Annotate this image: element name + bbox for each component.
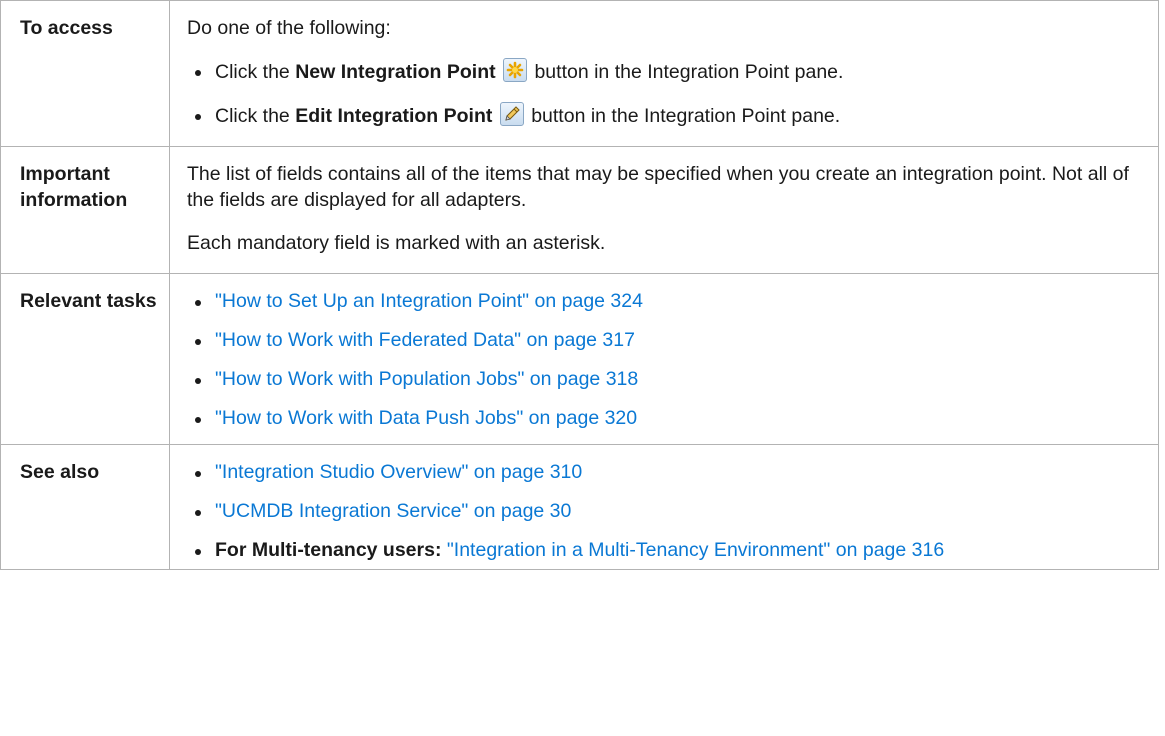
item-text: Click the (215, 61, 296, 83)
row-label: Relevant tasks (0, 273, 170, 445)
list-item: "How to Work with Data Push Jobs" on pag… (187, 405, 1148, 431)
edit-integration-point-icon (499, 102, 524, 126)
new-integration-point-icon (503, 58, 528, 82)
cross-reference-link[interactable]: "Integration Studio Overview" on page 31… (215, 461, 582, 483)
row-label: Important information (0, 146, 170, 274)
row-content: "How to Set Up an Integration Point" on … (169, 273, 1159, 445)
list-item: For Multi-tenancy users: "Integration in… (187, 537, 1148, 563)
ui-term: New Integration Point (295, 61, 496, 83)
row-label: See also (0, 444, 170, 570)
cross-reference-link[interactable]: "How to Work with Population Jobs" on pa… (215, 368, 638, 390)
paragraph: Each mandatory field is marked with an a… (187, 232, 606, 254)
item-text: button in the Integration Point pane. (525, 105, 841, 127)
row-content: The list of fields contains all of the i… (169, 146, 1159, 274)
list-item: "UCMDB Integration Service" on page 30 (187, 498, 1148, 524)
intro-text: Do one of the following: (187, 17, 391, 39)
reference-table: To access Do one of the following: Click… (0, 0, 1159, 570)
list-item: Click the New Integration Point button i… (187, 58, 1148, 85)
row-important-information: Important information The list of fields… (0, 146, 1159, 274)
row-to-access: To access Do one of the following: Click… (0, 0, 1159, 147)
list-item: "Integration Studio Overview" on page 31… (187, 459, 1148, 485)
row-content: Do one of the following: Click the New I… (169, 0, 1159, 147)
list-item: "How to Work with Federated Data" on pag… (187, 327, 1148, 353)
list-item: "How to Set Up an Integration Point" on … (187, 288, 1148, 314)
cross-reference-link[interactable]: "How to Work with Data Push Jobs" on pag… (215, 407, 637, 429)
see-also-list: "Integration Studio Overview" on page 31… (187, 459, 1148, 563)
cross-reference-link[interactable]: "How to Set Up an Integration Point" on … (215, 290, 643, 312)
row-label: To access (0, 0, 170, 147)
item-text: button in the Integration Point pane. (529, 61, 844, 83)
cross-reference-link[interactable]: "Integration in a Multi-Tenancy Environm… (447, 539, 944, 561)
tasks-list: "How to Set Up an Integration Point" on … (187, 288, 1148, 431)
cross-reference-link[interactable]: "UCMDB Integration Service" on page 30 (215, 500, 571, 522)
list-item: Click the Edit Integration Point button … (187, 102, 1148, 129)
audience-label: For Multi-tenancy users: (215, 539, 442, 561)
access-list: Click the New Integration Point button i… (187, 58, 1148, 129)
row-see-also: See also "Integration Studio Overview" o… (0, 444, 1159, 570)
paragraph: The list of fields contains all of the i… (187, 163, 1129, 211)
ui-term: Edit Integration Point (295, 105, 493, 127)
cross-reference-link[interactable]: "How to Work with Federated Data" on pag… (215, 329, 635, 351)
item-text: Click the (215, 105, 296, 127)
row-content: "Integration Studio Overview" on page 31… (169, 444, 1159, 570)
list-item: "How to Work with Population Jobs" on pa… (187, 366, 1148, 392)
row-relevant-tasks: Relevant tasks "How to Set Up an Integra… (0, 273, 1159, 445)
